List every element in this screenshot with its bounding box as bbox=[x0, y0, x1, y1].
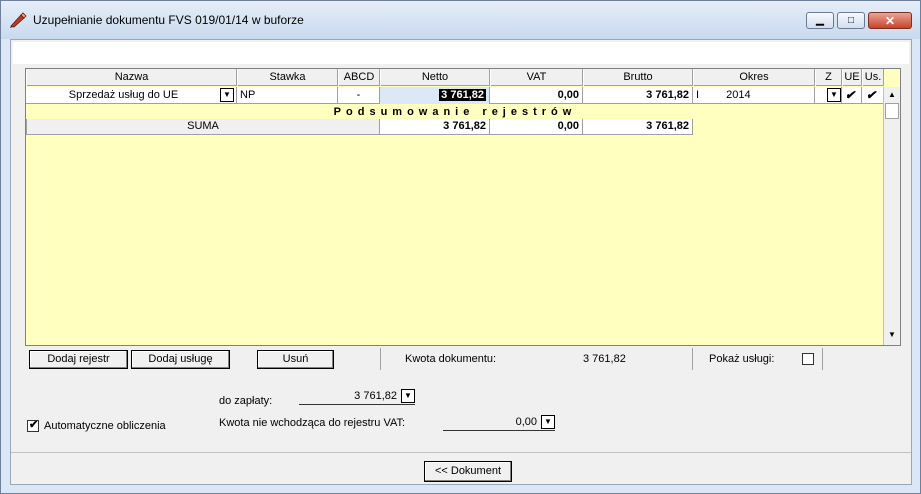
header-nazwa[interactable]: Nazwa bbox=[26, 69, 237, 86]
header-netto[interactable]: Netto bbox=[380, 69, 490, 86]
client-area: Nazwa Stawka ABCD Netto VAT Brutto Okres… bbox=[10, 39, 912, 485]
scroll-down-icon[interactable]: ▼ bbox=[884, 327, 900, 343]
to-pay-combo[interactable]: 3 761,82 ▼ bbox=[299, 388, 415, 405]
header-abcd[interactable]: ABCD bbox=[338, 69, 380, 86]
summary-netto: 3 761,82 bbox=[380, 119, 490, 135]
divider bbox=[692, 348, 693, 370]
maximize-icon: □ bbox=[847, 15, 855, 26]
header-stawka[interactable]: Stawka bbox=[237, 69, 338, 86]
maximize-button[interactable]: □ bbox=[837, 12, 865, 29]
us-check-icon: ✔ bbox=[866, 88, 877, 102]
close-button[interactable]: ✕ bbox=[868, 12, 912, 29]
header-us[interactable]: Us. bbox=[862, 69, 884, 86]
app-window: Uzupełnianie dokumentu FVS 019/01/14 w b… bbox=[0, 0, 921, 494]
show-services-label: Pokaż usługi: bbox=[709, 353, 775, 365]
cell-netto[interactable]: 3 761,82 bbox=[380, 87, 490, 104]
top-white-bar bbox=[13, 42, 909, 64]
minimize-icon: ▁ bbox=[816, 15, 824, 26]
divider bbox=[822, 348, 823, 370]
nazwa-value: Sprzedaż usług do UE bbox=[68, 89, 179, 101]
netto-value: 3 761,82 bbox=[439, 89, 486, 101]
table-row[interactable]: Sprzedaż usług do UE ▼ NP - 3 761,82 0,0… bbox=[26, 87, 884, 104]
z-dropdown-icon[interactable]: ▼ bbox=[827, 88, 841, 102]
cell-okres[interactable]: I 2014 bbox=[693, 87, 815, 104]
document-amount-label: Kwota dokumentu: bbox=[405, 353, 497, 365]
action-bar: Dodaj rejestr Dodaj usługę Usuń Kwota do… bbox=[25, 348, 885, 370]
show-services-checkbox[interactable] bbox=[802, 353, 814, 365]
scroll-up-icon[interactable]: ▲ bbox=[884, 87, 900, 103]
to-pay-label: do zapłaty: bbox=[219, 395, 273, 407]
vertical-scrollbar[interactable]: ▲ ▼ bbox=[883, 87, 900, 345]
auto-calc-checkbox[interactable]: ✔ bbox=[27, 419, 39, 432]
ue-check-icon: ✔ bbox=[845, 88, 856, 102]
header-okres[interactable]: Okres bbox=[693, 69, 815, 86]
scroll-thumb[interactable] bbox=[885, 103, 899, 119]
cell-vat[interactable]: 0,00 bbox=[490, 87, 583, 104]
window-title: Uzupełnianie dokumentu FVS 019/01/14 w b… bbox=[33, 13, 304, 27]
header-ue[interactable]: UE bbox=[842, 69, 862, 86]
close-icon: ✕ bbox=[884, 13, 896, 28]
non-vat-dropdown-icon[interactable]: ▼ bbox=[541, 415, 555, 429]
to-pay-dropdown-icon[interactable]: ▼ bbox=[401, 389, 415, 403]
minimize-button[interactable]: ▁ bbox=[806, 12, 834, 29]
cell-stawka[interactable]: NP bbox=[237, 87, 338, 104]
non-vat-amount-label: Kwota nie wchodząca do rejestru VAT: bbox=[219, 417, 406, 429]
header-vat[interactable]: VAT bbox=[490, 69, 583, 86]
cell-ue[interactable]: ✔ bbox=[842, 87, 862, 104]
non-vat-amount-combo[interactable]: 0,00 ▼ bbox=[443, 414, 555, 431]
summary-vat: 0,00 bbox=[490, 119, 583, 135]
back-to-document-button[interactable]: << Dokument bbox=[424, 461, 512, 482]
grid-header: Nazwa Stawka ABCD Netto VAT Brutto Okres… bbox=[26, 69, 884, 86]
cell-abcd[interactable]: - bbox=[338, 87, 380, 104]
cell-us[interactable]: ✔ bbox=[862, 87, 884, 104]
summary-brutto: 3 761,82 bbox=[583, 119, 693, 135]
non-vat-amount-value: 0,00 bbox=[515, 416, 537, 428]
cell-brutto[interactable]: 3 761,82 bbox=[583, 87, 693, 104]
register-grid: Nazwa Stawka ABCD Netto VAT Brutto Okres… bbox=[25, 68, 901, 346]
add-service-button[interactable]: Dodaj usługę bbox=[131, 350, 230, 369]
title-bar[interactable]: Uzupełnianie dokumentu FVS 019/01/14 w b… bbox=[1, 1, 920, 39]
add-register-button[interactable]: Dodaj rejestr bbox=[29, 350, 128, 369]
okres-year: 2014 bbox=[726, 89, 751, 101]
auto-calc-label: Automatyczne obliczenia bbox=[44, 420, 166, 432]
document-amount-value: 3 761,82 bbox=[583, 353, 626, 365]
header-brutto[interactable]: Brutto bbox=[583, 69, 693, 86]
okres-month: I bbox=[696, 89, 700, 101]
divider bbox=[380, 348, 381, 370]
cell-nazwa[interactable]: Sprzedaż usług do UE bbox=[26, 87, 237, 104]
bottom-divider bbox=[11, 452, 911, 453]
summary-title: Podsumowanie rejestrów bbox=[333, 106, 577, 118]
delete-button[interactable]: Usuń bbox=[257, 350, 334, 369]
caption-buttons: ▁ □ ✕ bbox=[806, 12, 912, 29]
nazwa-dropdown-icon[interactable]: ▼ bbox=[220, 88, 234, 102]
to-pay-value: 3 761,82 bbox=[354, 390, 397, 402]
pen-icon bbox=[10, 12, 27, 28]
header-z[interactable]: Z bbox=[815, 69, 842, 86]
auto-calc-check-icon: ✔ bbox=[29, 419, 39, 431]
summary-row: SUMA 3 761,82 0,00 3 761,82 bbox=[26, 119, 884, 135]
summary-label: SUMA bbox=[26, 119, 380, 135]
